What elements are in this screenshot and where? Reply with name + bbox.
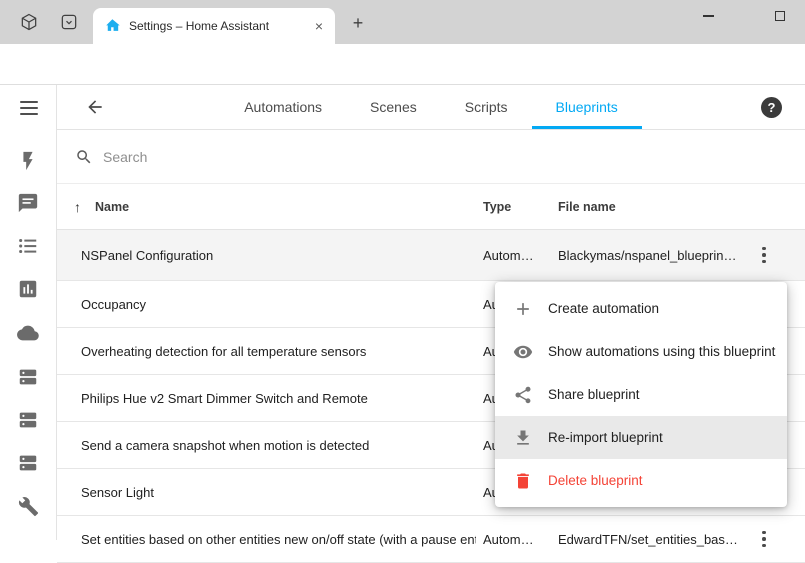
table-row[interactable]: NSPanel Configuration Autom… Blackymas/n… xyxy=(57,230,805,281)
search-input[interactable] xyxy=(103,149,503,165)
row-overflow-menu-icon[interactable] xyxy=(754,516,774,562)
row-name: Occupancy xyxy=(81,281,476,327)
tab-blueprints[interactable]: Blueprints xyxy=(532,85,642,129)
ha-sidebar xyxy=(0,85,57,540)
maximize-icon xyxy=(775,11,785,21)
menu-item-share-blueprint[interactable]: Share blueprint xyxy=(495,373,787,416)
menu-item-label: Delete blueprint xyxy=(548,473,643,488)
browser-titlebar: Settings – Home Assistant × + xyxy=(0,0,805,44)
download-icon xyxy=(513,428,533,448)
server-icon[interactable] xyxy=(17,452,39,474)
tab-actions-icon[interactable] xyxy=(59,12,79,32)
lightning-icon[interactable] xyxy=(17,150,39,172)
column-header-type[interactable]: Type xyxy=(483,184,511,230)
plus-icon xyxy=(513,299,533,319)
trash-icon xyxy=(513,471,533,491)
server-icon[interactable] xyxy=(17,409,39,431)
menu-hamburger-icon[interactable] xyxy=(20,101,38,119)
browser-tab[interactable]: Settings – Home Assistant × xyxy=(93,8,335,44)
tab-close-icon[interactable]: × xyxy=(311,18,327,34)
chat-icon[interactable] xyxy=(17,192,39,214)
tab-scenes[interactable]: Scenes xyxy=(346,85,441,129)
menu-item-reimport-blueprint[interactable]: Re-import blueprint xyxy=(495,416,787,459)
maximize-button[interactable] xyxy=(760,0,800,32)
row-name: Overheating detection for all temperatur… xyxy=(81,328,476,374)
ha-header: Automations Scenes Scripts Blueprints ? xyxy=(57,85,805,130)
row-type: Autom… xyxy=(483,230,534,280)
table-header: ↑ Name Type File name xyxy=(57,184,805,230)
wrench-icon[interactable] xyxy=(17,495,39,517)
row-file: EdwardTFN/set_entities_bas… xyxy=(558,516,738,562)
row-name: Sensor Light xyxy=(81,469,476,515)
row-file: Blackymas/nspanel_blueprin… xyxy=(558,230,736,280)
row-name: NSPanel Configuration xyxy=(81,230,476,280)
blueprint-context-menu: Create automation Show automations using… xyxy=(495,282,787,507)
help-icon[interactable]: ? xyxy=(761,97,782,118)
new-tab-button[interactable]: + xyxy=(344,9,372,37)
menu-item-delete-blueprint[interactable]: Delete blueprint xyxy=(495,459,787,502)
server-icon[interactable] xyxy=(17,366,39,388)
column-header-file-name[interactable]: File name xyxy=(558,184,616,230)
list-icon[interactable] xyxy=(17,235,39,257)
minimize-icon xyxy=(703,15,714,17)
eye-icon xyxy=(513,342,533,362)
workspaces-icon[interactable] xyxy=(19,12,39,32)
tab-scripts[interactable]: Scripts xyxy=(441,85,532,129)
tab-automations[interactable]: Automations xyxy=(220,85,346,129)
home-assistant-favicon xyxy=(105,18,121,34)
tab-title: Settings – Home Assistant xyxy=(129,19,311,33)
menu-item-label: Show automations using this blueprint xyxy=(548,344,775,359)
menu-item-show-automations[interactable]: Show automations using this blueprint xyxy=(495,330,787,373)
search-bar xyxy=(57,130,805,184)
menu-item-label: Re-import blueprint xyxy=(548,430,663,445)
share-icon xyxy=(513,385,533,405)
cloud-icon[interactable] xyxy=(17,322,39,344)
row-name: Philips Hue v2 Smart Dimmer Switch and R… xyxy=(81,375,476,421)
row-name: Set entities based on other entities new… xyxy=(81,516,476,562)
menu-item-label: Create automation xyxy=(548,301,659,316)
minimize-button[interactable] xyxy=(688,0,728,32)
search-icon xyxy=(75,148,93,166)
bar-chart-icon[interactable] xyxy=(17,278,39,300)
row-type: Autom… xyxy=(483,516,534,562)
row-name: Send a camera snapshot when motion is de… xyxy=(81,422,476,468)
menu-item-create-automation[interactable]: Create automation xyxy=(495,287,787,330)
ha-tab-bar: Automations Scenes Scripts Blueprints xyxy=(57,85,805,129)
column-header-name[interactable]: Name xyxy=(95,184,129,230)
menu-item-label: Share blueprint xyxy=(548,387,640,402)
browser-toolbar: Not secure homeassistant.local:8123/... … xyxy=(0,44,805,85)
sort-ascending-icon[interactable]: ↑ xyxy=(74,184,81,230)
row-overflow-menu-icon[interactable] xyxy=(754,230,774,280)
